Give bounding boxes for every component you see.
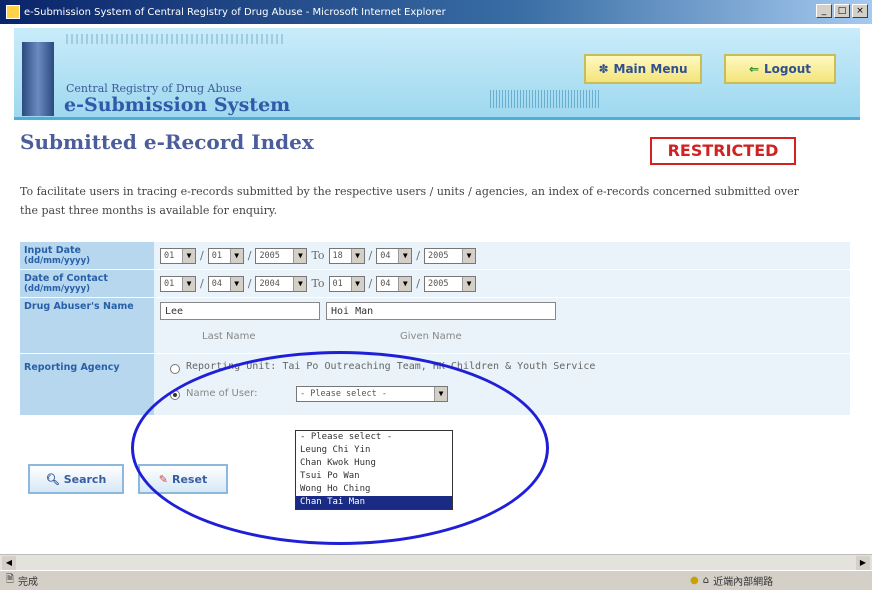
contact-date-to-year[interactable]: 2005 ▼ — [423, 275, 476, 292]
eraser-icon: ✎ — [158, 472, 168, 486]
dropdown-option[interactable]: Chan Kwok Hung — [296, 457, 452, 470]
window-title: e-Submission System of Central Registry … — [24, 6, 446, 18]
name-fields: Lee Hoi Man Last Name Given Name — [154, 298, 850, 353]
header-title: e-Submission System — [64, 94, 291, 116]
input-date-to-day[interactable]: 18 ▼ — [328, 247, 365, 264]
minimize-icon[interactable]: _ — [816, 4, 832, 18]
to-label: To — [311, 249, 325, 262]
name-of-user-radio[interactable] — [170, 390, 180, 400]
status-bar: 🗎 完成 ● ⌂ 近端內部網路 — [0, 570, 872, 590]
main-menu-label: Main Menu — [613, 62, 688, 76]
user-select[interactable]: - Please select - ▼ — [296, 386, 448, 402]
contact-date-to-month[interactable]: 04 ▼ — [376, 275, 413, 292]
agency-fields: Reporting Unit: Tai Po Outreaching Team,… — [154, 354, 850, 415]
horizontal-scrollbar[interactable]: ◀ ▶ — [0, 554, 872, 570]
contact-date-label: Date of Contact (dd/mm/yyyy) — [20, 270, 154, 297]
reset-button[interactable]: ✎ Reset — [138, 464, 228, 494]
reporting-unit-radio[interactable] — [170, 364, 180, 374]
security-zone: ● ⌂ 近端內部網路 — [690, 573, 773, 588]
reset-label: Reset — [172, 472, 208, 486]
ie-icon — [6, 5, 20, 19]
input-date-to-month[interactable]: 04 ▼ — [376, 247, 413, 264]
given-name-caption: Given Name — [400, 331, 462, 342]
zone-text: 近端內部網路 — [713, 577, 774, 588]
arrow-left-icon: ⇐ — [748, 62, 760, 76]
input-date-from-day[interactable]: 01 ▼ — [160, 247, 196, 264]
logo-book-graphic — [22, 42, 54, 116]
banner-decoration — [66, 34, 286, 44]
to-label: To — [311, 277, 325, 290]
dropdown-option[interactable]: - Please select - — [296, 431, 452, 444]
contact-date-from-year[interactable]: 2004 ▼ — [255, 275, 308, 292]
dropdown-option[interactable]: Leung Chi Yin — [296, 444, 452, 457]
logout-label: Logout — [764, 62, 812, 76]
agency-label: Reporting Agency — [20, 354, 154, 415]
dropdown-option[interactable]: Wong Ho Ching — [296, 483, 452, 496]
input-date-label: Input Date (dd/mm/yyyy) — [20, 242, 154, 269]
input-date-row: Input Date (dd/mm/yyyy) 01 ▼ / 01 ▼ / 2005 ▼… — [20, 242, 850, 270]
contact-date-to-day[interactable]: 01 ▼ — [328, 275, 365, 292]
name-row: Drug Abuser's Name Lee Hoi Man Last Name… — [20, 298, 850, 354]
user-dropdown-list: - Please select - Leung Chi Yin Chan Kwo… — [295, 430, 453, 510]
intro-text: To facilitate users in tracing e-records… — [20, 185, 799, 217]
contact-date-from-month[interactable]: 04 ▼ — [207, 275, 244, 292]
status-text: 完成 — [18, 577, 39, 588]
name-of-user-label: Name of User: — [186, 388, 258, 399]
input-date-to-year[interactable]: 2005 ▼ — [423, 247, 476, 264]
name-label: Drug Abuser's Name — [20, 298, 154, 353]
contact-date-row: Date of Contact (dd/mm/yyyy) 01 ▼ / 04 ▼ / … — [20, 270, 850, 298]
reporting-unit-text: Reporting Unit: Tai Po Outreaching Team,… — [186, 361, 596, 372]
last-name-caption: Last Name — [202, 331, 256, 342]
main-menu-button[interactable]: ✽ Main Menu — [584, 54, 702, 84]
agency-row: Reporting Agency Reporting Unit: Tai Po … — [20, 354, 850, 416]
scroll-left-icon[interactable]: ◀ — [2, 556, 16, 570]
page-title: Submitted e-Record Index — [20, 130, 314, 154]
barcode-decoration — [490, 90, 600, 108]
window-titlebar: e-Submission System of Central Registry … — [0, 0, 872, 24]
last-name-input[interactable]: Lee — [160, 302, 320, 320]
intranet-icon: ⌂ — [702, 575, 710, 586]
logout-button[interactable]: ⇐ Logout — [724, 54, 836, 84]
lock-icon: ● — [690, 575, 699, 586]
given-name-input[interactable]: Hoi Man — [326, 302, 556, 320]
maximize-icon[interactable]: □ — [834, 4, 850, 18]
magnifier-icon: 🔍︎ — [45, 472, 60, 486]
dropdown-option-highlighted[interactable]: Chan Tai Man — [296, 496, 452, 509]
home-icon: ✽ — [598, 62, 609, 76]
scroll-right-icon[interactable]: ▶ — [856, 556, 870, 570]
page-done-icon: 🗎 — [6, 574, 15, 585]
contact-date-fields: 01 ▼ / 04 ▼ / 2004 ▼ To 01 ▼ / 04 ▼ / 2005 ▼ — [154, 270, 850, 297]
close-icon[interactable]: × — [852, 4, 868, 18]
window-controls: _ □ × — [816, 4, 868, 18]
input-date-from-month[interactable]: 01 ▼ — [207, 247, 244, 264]
search-button[interactable]: 🔍︎ Search — [28, 464, 124, 494]
search-label: Search — [63, 472, 107, 486]
dropdown-option[interactable]: Tsui Po Wan — [296, 470, 452, 483]
input-date-fields: 01 ▼ / 01 ▼ / 2005 ▼ To 18 ▼ / 04 ▼ / 2005 ▼ — [154, 242, 850, 269]
restricted-badge: RESTRICTED — [650, 137, 796, 165]
input-date-from-year[interactable]: 2005 ▼ — [255, 247, 308, 264]
contact-date-from-day[interactable]: 01 ▼ — [160, 275, 196, 292]
search-form: Input Date (dd/mm/yyyy) 01 ▼ / 01 ▼ / 2005 ▼… — [20, 242, 850, 416]
